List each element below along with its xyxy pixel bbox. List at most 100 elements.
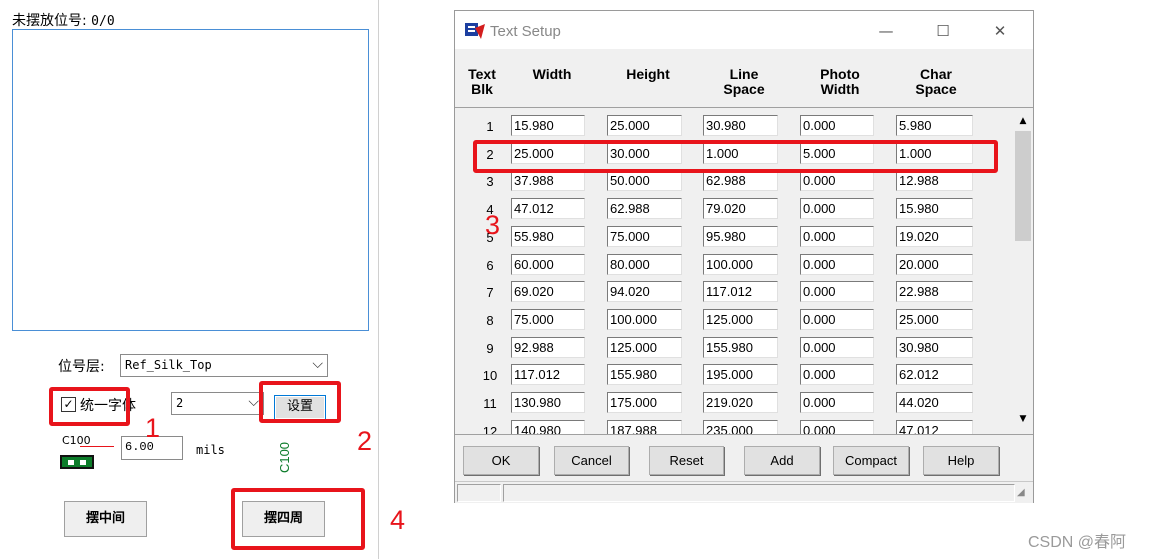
cell-photo-width-input[interactable]: 0.000 [800,392,874,413]
cell-line-space-input[interactable]: 235.000 [703,419,778,434]
help-button[interactable]: Help [923,446,999,475]
cell-line-space-input[interactable]: 1.000 [703,142,778,164]
header-line2: Width [820,81,860,97]
cell-photo-width-input[interactable]: 0.000 [800,364,874,386]
table-row: 4 47.012 62.988 79.020 0.000 15.980 [455,195,1015,223]
table-row: 12 140.980 187.988 235.000 0.000 47.012 [455,417,1015,435]
cell-photo-width-input[interactable]: 0.000 [800,115,874,136]
designator-list[interactable] [12,29,369,331]
place-around-button[interactable]: 摆四周 [242,501,325,537]
cell-height-input[interactable]: 25.000 [607,115,682,136]
cell-char-space-input[interactable]: 5.980 [896,115,973,136]
rotated-designator-preview: C100 [277,441,293,474]
cell-char-space-input[interactable]: 20.000 [896,253,973,275]
scrollbar-thumb[interactable] [1015,131,1031,241]
cell-photo-width-input[interactable]: 0.000 [800,308,874,330]
chevron-down-icon[interactable]: ⌵ [248,394,259,410]
place-center-button[interactable]: 摆中间 [64,501,147,537]
cell-line-space-input[interactable]: 95.980 [703,225,778,247]
font-index-select[interactable]: 2 ⌵ [171,392,264,415]
setup-button[interactable]: 设置 [274,395,326,420]
cell-char-space-input[interactable]: 12.988 [896,170,973,192]
cell-line-space-input[interactable]: 125.000 [703,308,778,330]
compact-button[interactable]: Compact [833,446,909,475]
cell-height-input[interactable]: 175.000 [607,392,682,413]
cell-width-input[interactable]: 140.980 [511,419,585,434]
cell-height-input[interactable]: 50.000 [607,170,682,192]
cell-photo-width-input[interactable]: 0.000 [800,170,874,192]
unified-font-checkbox[interactable]: ✓ [61,397,76,412]
chevron-down-icon[interactable]: ⌵ [312,356,323,372]
cell-char-space-input[interactable]: 1.000 [896,142,973,164]
table-row: 9 92.988 125.000 155.980 0.000 30.980 [455,334,1015,362]
ok-button[interactable]: OK [463,446,539,475]
table-row: 2 25.000 30.000 1.000 5.000 1.000 [455,140,1015,168]
cell-height-input[interactable]: 187.988 [607,419,682,434]
cell-char-space-input[interactable]: 19.020 [896,225,973,247]
header-line1: Text [468,66,496,82]
cell-width-input[interactable]: 117.012 [511,364,585,386]
annotation-number-3: 3 [485,210,501,240]
cell-width-input[interactable]: 69.020 [511,281,585,303]
cell-char-space-input[interactable]: 44.020 [896,392,973,413]
resize-grip-icon[interactable]: ◢ [1017,487,1025,498]
unified-font-label: 统一字体 [80,398,136,414]
cell-width-input[interactable]: 25.000 [511,142,585,164]
cell-line-space-input[interactable]: 219.020 [703,392,778,413]
cell-width-input[interactable]: 92.988 [511,336,585,358]
cell-char-space-input[interactable]: 25.000 [896,308,973,330]
table-row: 3 37.988 50.000 62.988 0.000 12.988 [455,167,1015,195]
cell-width-input[interactable]: 60.000 [511,253,585,275]
cell-height-input[interactable]: 80.000 [607,253,682,275]
cell-char-space-input[interactable]: 62.012 [896,364,973,386]
minimize-icon[interactable]: — [868,19,904,43]
header-line1: Width [532,66,572,82]
cell-photo-width-input[interactable]: 0.000 [800,198,874,220]
watermark-text: CSDN @春阿 [1028,534,1127,551]
cell-height-input[interactable]: 30.000 [607,142,682,164]
cell-char-space-input[interactable]: 15.980 [896,198,973,220]
cell-width-input[interactable]: 37.988 [511,170,585,192]
cell-width-input[interactable]: 55.980 [511,225,585,247]
table-row: 6 60.000 80.000 100.000 0.000 20.000 [455,251,1015,279]
cell-width-input[interactable]: 130.980 [511,392,585,413]
cell-height-input[interactable]: 100.000 [607,308,682,330]
add-button[interactable]: Add [744,446,820,475]
unplaced-label-text: 未摆放位号: [12,13,87,29]
scroll-up-arrow-icon[interactable]: ▲ [1014,113,1032,130]
cell-line-space-input[interactable]: 117.012 [703,281,778,303]
table-row: 10 117.012 155.980 195.000 0.000 62.012 [455,361,1015,389]
scroll-down-arrow-icon[interactable]: ▼ [1014,411,1032,428]
cell-width-input[interactable]: 47.012 [511,198,585,220]
cell-line-space-input[interactable]: 155.980 [703,336,778,358]
cell-char-space-input[interactable]: 30.980 [896,336,973,358]
cell-height-input[interactable]: 155.980 [607,364,682,386]
cell-line-space-input[interactable]: 30.980 [703,115,778,136]
cell-height-input[interactable]: 125.000 [607,336,682,358]
cell-photo-width-input[interactable]: 0.000 [800,419,874,434]
cell-photo-width-input[interactable]: 5.000 [800,142,874,164]
cell-photo-width-input[interactable]: 0.000 [800,281,874,303]
cell-photo-width-input[interactable]: 0.000 [800,336,874,358]
cell-height-input[interactable]: 94.020 [607,281,682,303]
cell-char-space-input[interactable]: 22.988 [896,281,973,303]
unplaced-designators-label: 未摆放位号: 0/0 [12,10,115,30]
layer-select[interactable]: Ref_Silk_Top ⌵ [120,354,328,377]
cell-width-input[interactable]: 15.980 [511,115,585,136]
reset-button[interactable]: Reset [649,446,724,475]
cell-line-space-input[interactable]: 62.988 [703,170,778,192]
maximize-icon[interactable]: ☐ [925,19,961,43]
cell-photo-width-input[interactable]: 0.000 [800,225,874,247]
cell-width-input[interactable]: 75.000 [511,308,585,330]
close-icon[interactable]: ✕ [982,19,1018,43]
dialog-title-bar[interactable]: Text Setup — ☐ ✕ [455,11,1033,49]
cell-line-space-input[interactable]: 100.000 [703,253,778,275]
cell-char-space-input[interactable]: 47.012 [896,419,973,434]
cell-height-input[interactable]: 75.000 [607,225,682,247]
text-block-number: 12 [482,423,498,435]
cancel-button[interactable]: Cancel [554,446,629,475]
cell-line-space-input[interactable]: 195.000 [703,364,778,386]
cell-photo-width-input[interactable]: 0.000 [800,253,874,275]
cell-height-input[interactable]: 62.988 [607,198,682,220]
cell-line-space-input[interactable]: 79.020 [703,198,778,220]
